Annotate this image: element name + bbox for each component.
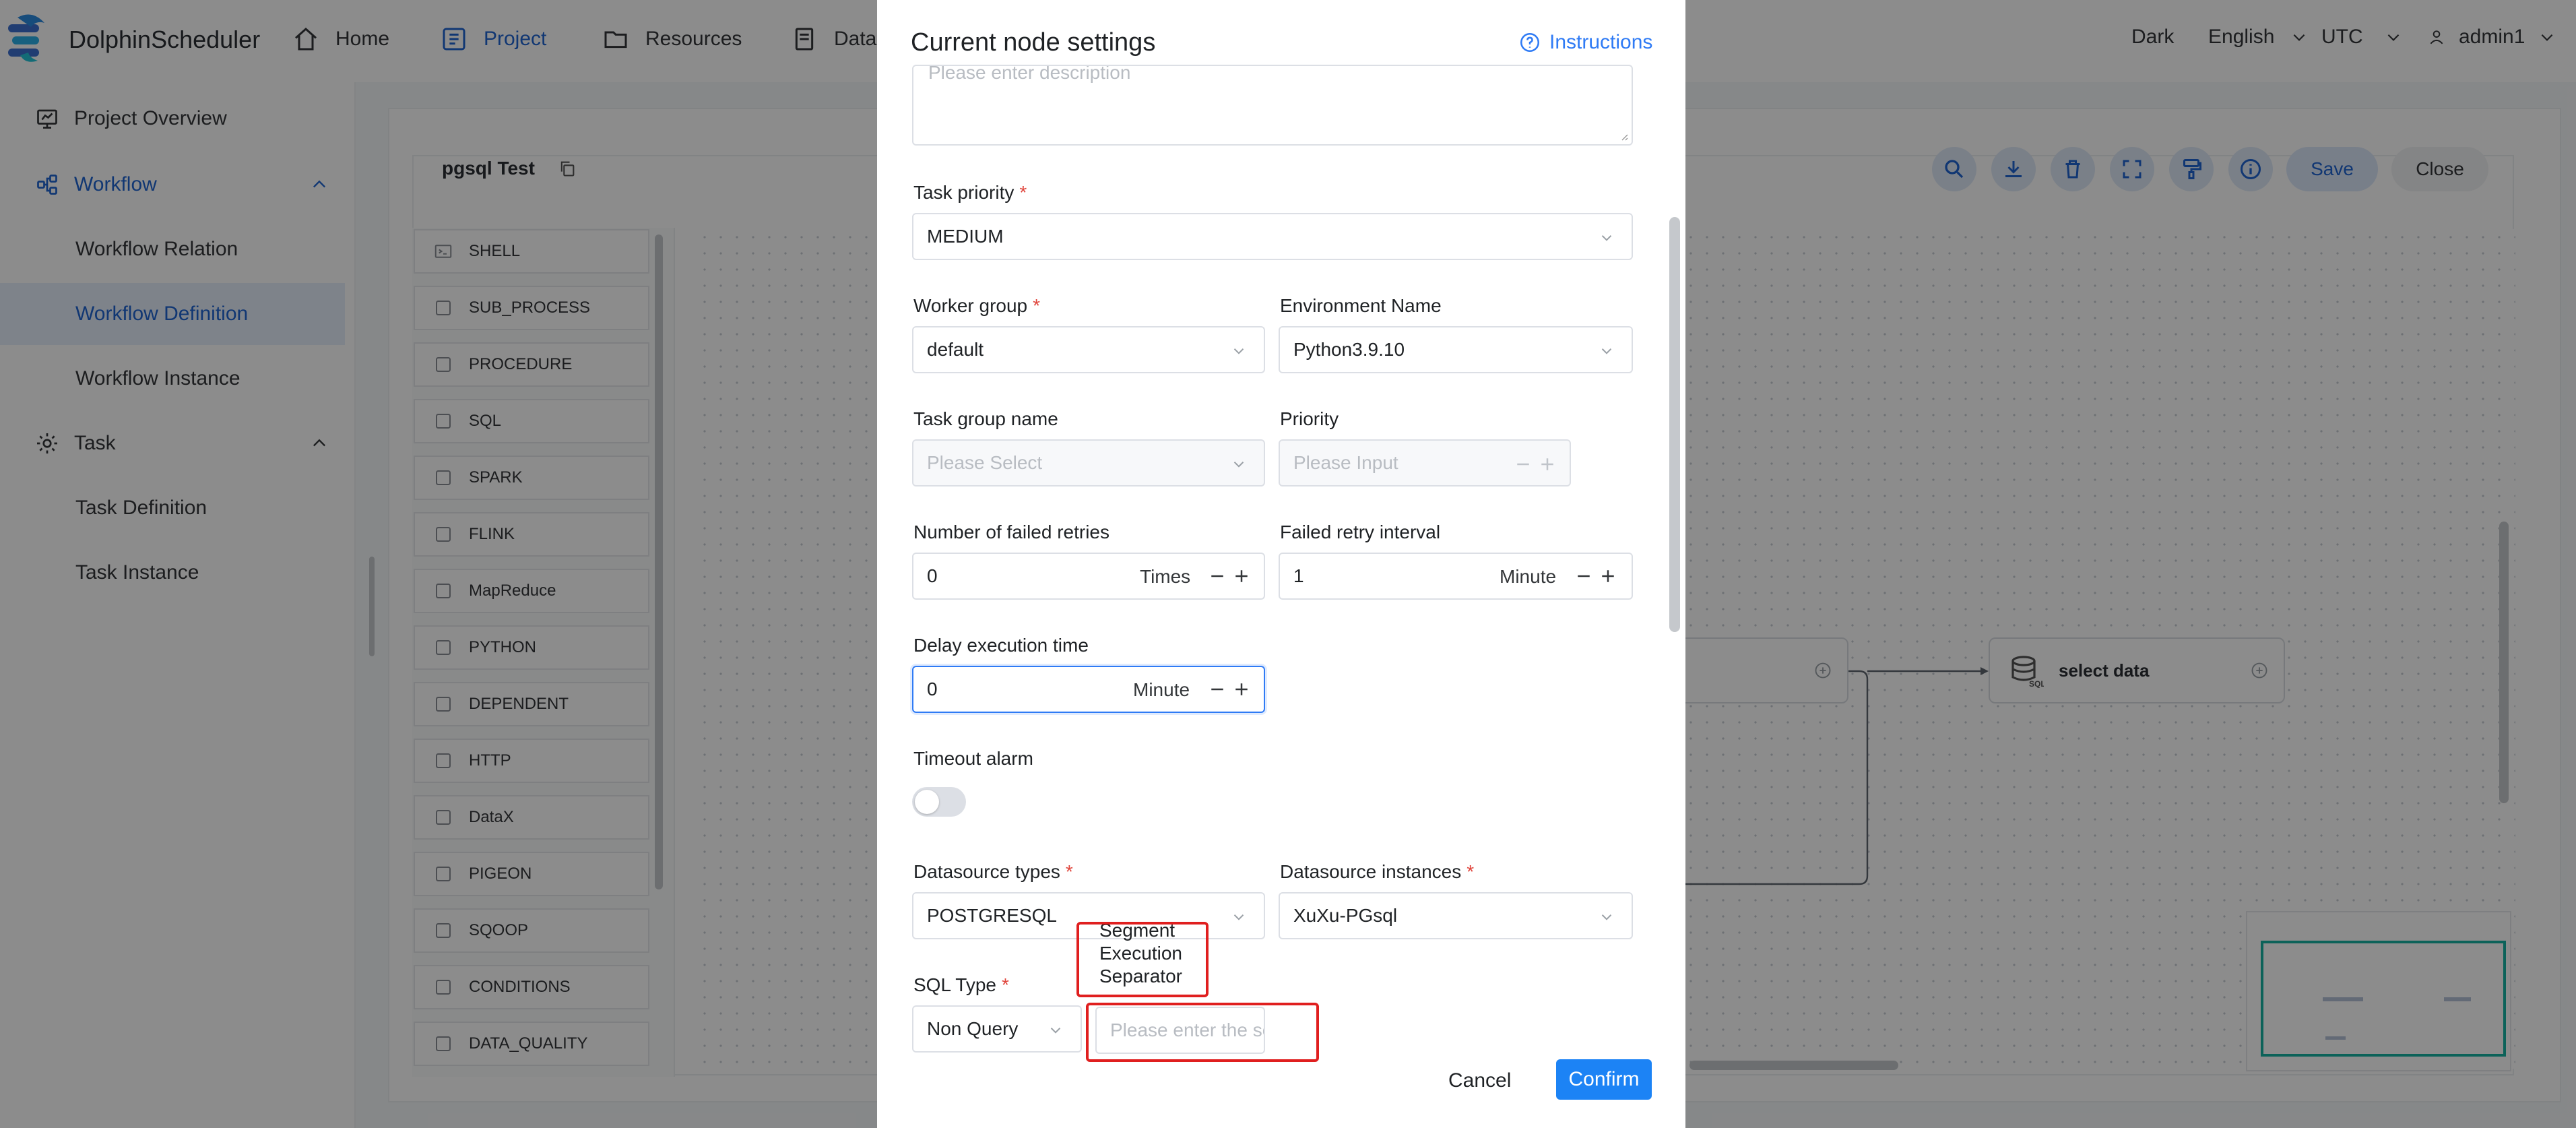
plus-icon[interactable] xyxy=(1231,566,1252,586)
datasource-instances-value: XuXu-PGsql xyxy=(1293,905,1398,926)
sql-type-label: SQL Type * xyxy=(913,974,1009,996)
worker-group-label: Worker group * xyxy=(913,295,1040,317)
priority-input[interactable]: Please Input xyxy=(1279,439,1571,487)
datasource-types-label: Datasource types * xyxy=(913,861,1073,883)
environment-name-label: Environment Name xyxy=(1280,295,1442,316)
help-circle-icon xyxy=(1520,32,1540,53)
required-mark: * xyxy=(1001,974,1009,995)
confirm-button[interactable]: Confirm xyxy=(1556,1059,1652,1100)
priority-placeholder: Please Input xyxy=(1293,452,1398,473)
task-priority-select[interactable]: MEDIUM xyxy=(912,213,1633,260)
chevron-down-icon xyxy=(1601,348,1612,354)
plus-icon[interactable] xyxy=(1537,454,1557,474)
required-mark: * xyxy=(1065,861,1073,882)
segment-separator-input[interactable]: Please enter the segment execution separ… xyxy=(1095,1007,1265,1054)
description-placeholder: Please enter description xyxy=(928,65,1131,83)
minus-icon[interactable] xyxy=(1513,454,1533,474)
task-priority-value: MEDIUM xyxy=(927,226,1004,247)
chevron-down-icon xyxy=(1601,914,1612,920)
worker-group-value: default xyxy=(927,339,984,360)
required-mark: * xyxy=(1019,182,1027,203)
segment-separator-label-line: Execution xyxy=(1099,943,1182,964)
sql-type-text: SQL Type xyxy=(913,974,996,995)
required-mark: * xyxy=(1467,861,1475,882)
environment-name-select[interactable]: Python3.9.10 xyxy=(1279,326,1633,373)
datasource-instances-label: Datasource instances * xyxy=(1280,861,1474,883)
failed-retries-label: Number of failed retries xyxy=(913,522,1110,542)
datasource-types-value: POSTGRESQL xyxy=(927,905,1057,926)
minus-icon[interactable] xyxy=(1574,566,1594,586)
task-priority-text: Task priority xyxy=(913,182,1015,203)
retry-interval-input[interactable]: 1 Minute xyxy=(1279,553,1633,600)
chevron-down-icon xyxy=(1050,1028,1061,1034)
sql-type-value: Non Query xyxy=(927,1018,1019,1039)
timeout-alarm-label: Timeout alarm xyxy=(913,748,1033,769)
delay-execution-input[interactable]: 0 Minute xyxy=(912,666,1265,713)
retry-interval-unit: Minute xyxy=(1500,566,1557,587)
segment-separator-label-line: Segment xyxy=(1099,922,1176,941)
chevron-down-icon xyxy=(1233,914,1244,920)
worker-group-select[interactable]: default xyxy=(912,326,1265,373)
segment-separator-placeholder: Please enter the segment execution separ… xyxy=(1110,1020,1264,1040)
plus-icon[interactable] xyxy=(1598,566,1618,586)
chevron-down-icon xyxy=(1233,348,1244,354)
task-priority-label: Task priority * xyxy=(913,182,1027,203)
minus-icon[interactable] xyxy=(1207,679,1227,699)
segment-separator-label-line: Separator xyxy=(1099,966,1182,986)
sql-type-select[interactable]: Non Query xyxy=(912,1005,1082,1053)
task-group-name-placeholder: Please Select xyxy=(927,452,1043,473)
cancel-button[interactable]: Cancel xyxy=(1448,1059,1511,1102)
drawer-title: Current node settings xyxy=(911,28,1156,57)
environment-name-value: Python3.9.10 xyxy=(1293,339,1405,360)
worker-group-text: Worker group xyxy=(913,295,1028,316)
datasource-instances-select[interactable]: XuXu-PGsql xyxy=(1279,892,1633,939)
datasource-instances-text: Datasource instances xyxy=(1280,861,1462,882)
plus-icon[interactable] xyxy=(1231,679,1252,699)
failed-retries-unit: Times xyxy=(1140,566,1191,587)
task-group-name-select[interactable]: Please Select xyxy=(912,439,1265,487)
task-group-name-label: Task group name xyxy=(913,408,1058,429)
datasource-types-text: Datasource types xyxy=(913,861,1060,882)
delay-execution-unit: Minute xyxy=(1133,679,1190,700)
segment-separator-label-highlight: Segment Execution Separator xyxy=(1076,922,1209,997)
retry-interval-label: Failed retry interval xyxy=(1280,522,1441,542)
failed-retries-value: 0 xyxy=(927,565,938,586)
drawer-scrollbar[interactable] xyxy=(1669,217,1680,632)
description-textarea[interactable]: Please enter description xyxy=(912,65,1633,146)
switch-knob xyxy=(915,790,939,814)
instructions-link[interactable]: Instructions xyxy=(1518,31,1652,54)
chevron-down-icon xyxy=(1601,235,1612,241)
minus-icon[interactable] xyxy=(1207,566,1227,586)
timeout-alarm-switch[interactable] xyxy=(912,787,966,817)
delay-execution-value: 0 xyxy=(927,679,938,699)
retry-interval-value: 1 xyxy=(1293,565,1304,586)
instructions-label: Instructions xyxy=(1549,31,1653,53)
failed-retries-input[interactable]: 0 Times xyxy=(912,553,1265,600)
delay-execution-label: Delay execution time xyxy=(913,635,1089,656)
resize-handle-icon[interactable] xyxy=(1618,131,1629,142)
chevron-down-icon xyxy=(1233,462,1244,468)
required-mark: * xyxy=(1033,295,1041,316)
segment-separator-label: Segment Execution Separator xyxy=(1099,922,1182,988)
priority-label: Priority xyxy=(1280,408,1339,429)
